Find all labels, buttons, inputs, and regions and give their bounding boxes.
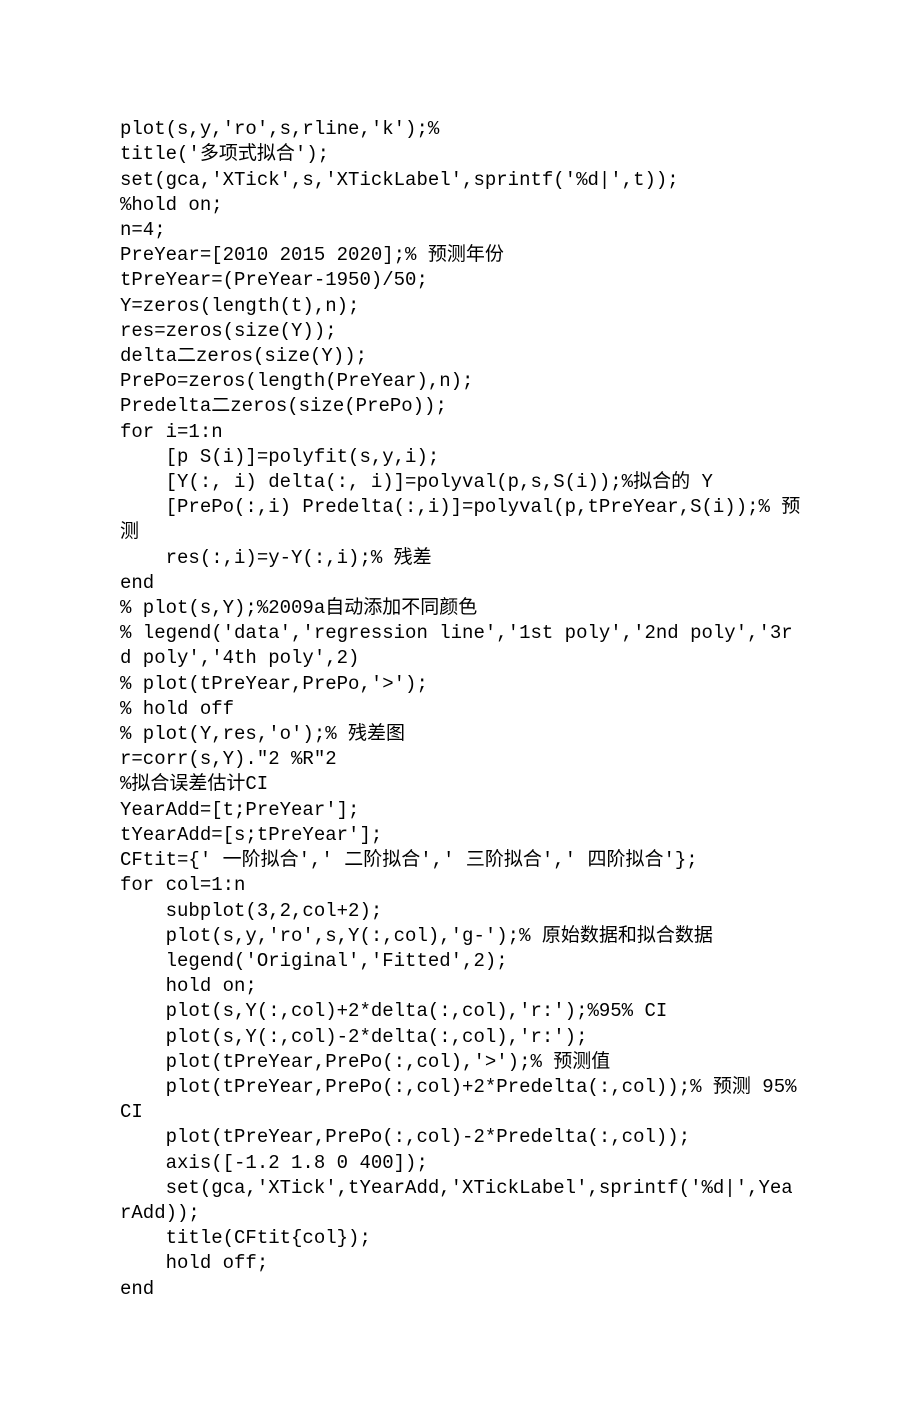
code-listing: plot(s,y,'ro',s,rline,'k');% title('多项式拟… bbox=[120, 117, 802, 1302]
document-page: plot(s,y,'ro',s,rline,'k');% title('多项式拟… bbox=[0, 0, 920, 1419]
